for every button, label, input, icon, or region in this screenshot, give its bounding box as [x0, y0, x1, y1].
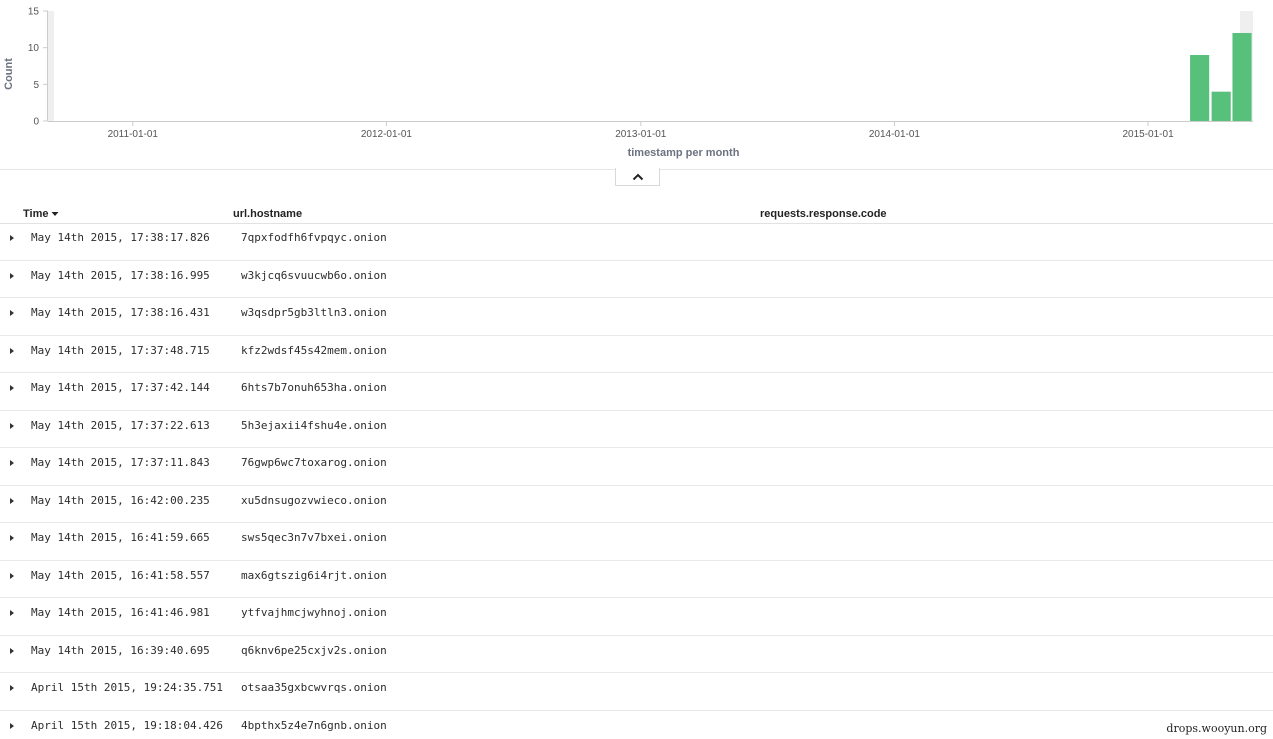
table-row[interactable]: May 14th 2015, 17:38:17.826 7qpxfodfh6fvp…	[0, 223, 1273, 261]
x-tick-label: 2013-01-01	[615, 129, 667, 140]
caret-right-icon[interactable]	[8, 683, 16, 693]
cell-time: May 14th 2015, 16:41:59.665	[31, 531, 210, 544]
column-header-time[interactable]: Time	[23, 208, 59, 220]
cell-time: May 14th 2015, 17:38:16.995	[31, 268, 210, 282]
table-row[interactable]: May 14th 2015, 17:38:16.431 w3qsdpr5gb3lt…	[0, 298, 1273, 336]
histogram-bar	[1211, 91, 1231, 121]
cell-time: May 14th 2015, 16:42:00.235	[31, 493, 210, 507]
cell-hostname: ytfvajhmcjwyhnoj.onion	[241, 606, 387, 619]
caret-right-icon[interactable]	[8, 308, 16, 318]
caret-right-icon[interactable]	[8, 533, 16, 543]
cell-hostname: w3qsdpr5gb3ltln3.onion	[241, 306, 387, 319]
histogram-chart: 0 5 10 15 2011-01-01 2012-01-01 2013-01-01 2014…	[0, 0, 1273, 168]
caret-right-icon[interactable]	[8, 233, 16, 243]
cell-hostname: max6gtszig6i4rjt.onion	[241, 568, 387, 582]
x-tick-label: 2014-01-01	[869, 129, 921, 140]
watermark: drops.wooyun.org	[1164, 722, 1269, 735]
y-tick-label: 10	[28, 43, 40, 54]
cell-time: May 14th 2015, 16:41:46.981	[31, 606, 210, 619]
cell-time: May 14th 2015, 17:37:42.144	[31, 381, 210, 394]
y-axis-label: Count	[3, 58, 15, 90]
cell-time: May 14th 2015, 17:38:17.826	[31, 231, 210, 244]
table-row[interactable]: May 14th 2015, 17:37:48.715 kfz2wdsf45s42…	[0, 336, 1273, 373]
caret-right-icon[interactable]	[8, 346, 16, 356]
table-row[interactable]: May 14th 2015, 17:38:16.995 w3kjcq6svuucw…	[0, 261, 1273, 298]
y-tick-label: 5	[33, 80, 39, 91]
table-row[interactable]: May 14th 2015, 16:41:46.981 ytfvajhmcjwyh…	[0, 598, 1273, 636]
table-row[interactable]: May 14th 2015, 16:42:00.235 xu5dnsugozvwi…	[0, 486, 1273, 523]
caret-right-icon[interactable]	[8, 383, 16, 393]
collapse-chart-button[interactable]	[615, 168, 660, 186]
cell-time: April 15th 2015, 19:24:35.751	[31, 681, 224, 694]
caret-right-icon[interactable]	[8, 608, 16, 618]
cell-hostname: otsaa35gxbcwvrqs.onion	[241, 681, 387, 694]
x-tick-label: 2011-01-01	[108, 129, 159, 140]
table-row[interactable]: May 14th 2015, 17:37:42.144 6hts7b7onuh65…	[0, 373, 1273, 411]
cell-time: April 15th 2015, 19:18:04.426	[31, 718, 224, 732]
cell-time: May 14th 2015, 16:41:58.557	[31, 568, 210, 582]
cell-hostname: sws5qec3n7v7bxei.onion	[241, 531, 387, 544]
cell-time: May 14th 2015, 17:37:11.843	[31, 456, 210, 469]
caret-right-icon[interactable]	[8, 421, 16, 431]
table-row[interactable]: May 14th 2015, 17:37:11.843 76gwp6wc7toxa…	[0, 448, 1273, 486]
cell-hostname: xu5dnsugozvwieco.onion	[241, 493, 387, 507]
caret-right-icon[interactable]	[8, 646, 16, 656]
cell-hostname: w3kjcq6svuucwb6o.onion	[241, 268, 387, 282]
table-header: Time url.hostname requests.response.code	[0, 205, 1273, 224]
histogram-bar	[1190, 55, 1210, 121]
cell-time: May 14th 2015, 16:39:40.695	[31, 643, 210, 657]
cell-time: May 14th 2015, 17:37:22.613	[31, 418, 210, 432]
cell-time: May 14th 2015, 17:38:16.431	[31, 306, 210, 319]
caret-right-icon[interactable]	[8, 271, 16, 281]
cell-hostname: kfz2wdsf45s42mem.onion	[241, 343, 387, 357]
y-tick-label: 15	[28, 7, 40, 18]
table-row[interactable]: May 14th 2015, 16:41:58.557 max6gtszig6i4…	[0, 561, 1273, 598]
table-row[interactable]: April 15th 2015, 19:18:04.426 4bpthx5z4e7…	[0, 711, 1273, 739]
x-axis-label: timestamp per month	[628, 147, 740, 159]
cell-hostname: 6hts7b7onuh653ha.onion	[241, 381, 387, 394]
x-tick-label: 2015-01-01	[1122, 129, 1174, 140]
caret-right-icon[interactable]	[8, 571, 16, 581]
cell-hostname: 7qpxfodfh6fvpqyc.onion	[241, 231, 387, 244]
histogram-bar	[1232, 33, 1252, 121]
table-row[interactable]: May 14th 2015, 17:37:22.613 5h3ejaxii4fsh…	[0, 411, 1273, 448]
sort-descending-icon[interactable]	[51, 211, 59, 217]
cell-hostname: 4bpthx5z4e7n6gnb.onion	[241, 718, 387, 732]
discover-page: 0 5 10 15 2011-01-01 2012-01-01 2013-01-01 2014…	[0, 0, 1273, 739]
table-row[interactable]: April 15th 2015, 19:24:35.751 otsaa35gxbc…	[0, 673, 1273, 711]
table-row[interactable]: May 14th 2015, 16:41:59.665 sws5qec3n7v7b…	[0, 523, 1273, 561]
cell-hostname: 5h3ejaxii4fshu4e.onion	[241, 418, 387, 432]
chevron-up-icon	[632, 173, 643, 180]
caret-right-icon[interactable]	[8, 458, 16, 468]
column-header-hostname[interactable]: url.hostname	[233, 208, 302, 220]
caret-right-icon[interactable]	[8, 496, 16, 506]
x-tick-label: 2012-01-01	[361, 129, 413, 140]
cell-time: May 14th 2015, 17:37:48.715	[31, 343, 210, 357]
table-row[interactable]: May 14th 2015, 16:39:40.695 q6knv6pe25cxj…	[0, 636, 1273, 673]
column-header-response-code[interactable]: requests.response.code	[760, 208, 887, 220]
caret-right-icon[interactable]	[8, 721, 16, 731]
range-edge-left	[48, 11, 54, 121]
cell-hostname: q6knv6pe25cxjv2s.onion	[241, 643, 387, 657]
column-header-time-label: Time	[23, 208, 49, 220]
document-table: May 14th 2015, 17:38:17.826 7qpxfodfh6fvp…	[0, 223, 1273, 739]
y-tick-label: 0	[33, 117, 39, 128]
histogram-svg: 0 5 10 15 2011-01-01 2012-01-01 2013-01-01 2014…	[3, 7, 1253, 159]
cell-hostname: 76gwp6wc7toxarog.onion	[241, 456, 387, 469]
